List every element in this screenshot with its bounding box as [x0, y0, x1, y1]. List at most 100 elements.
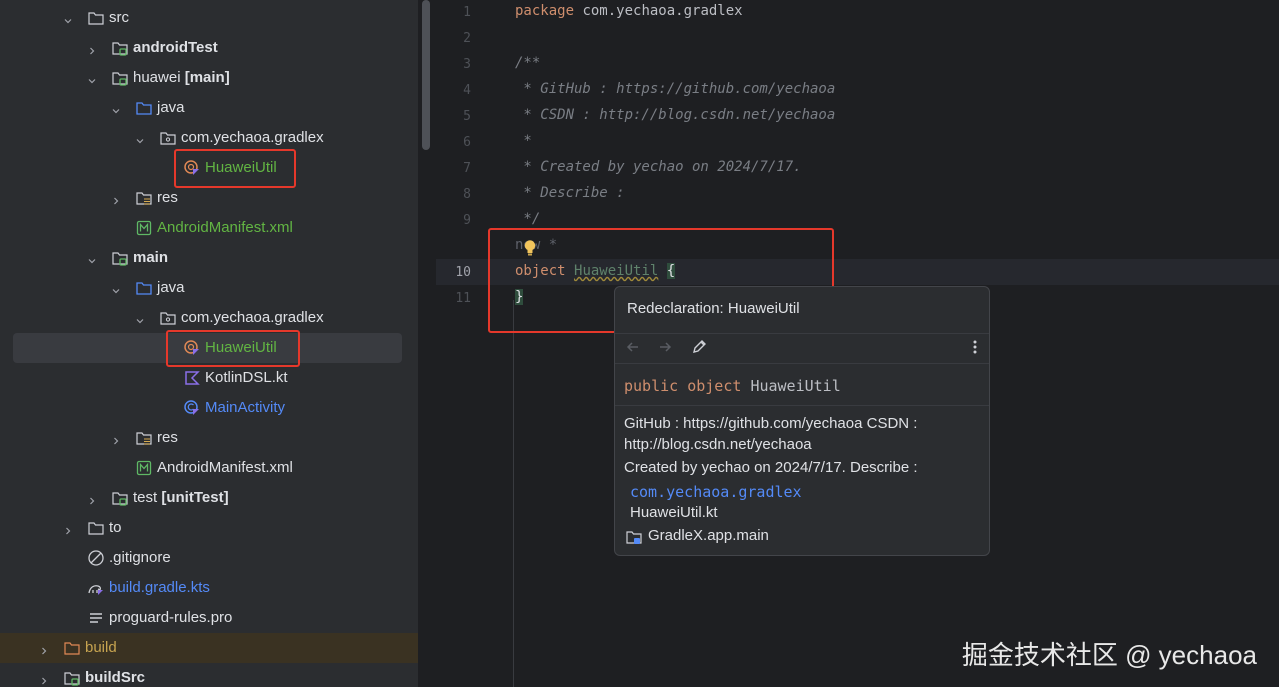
signature-keyword: public object: [624, 377, 751, 395]
code-token: * Describe :: [515, 185, 625, 201]
chevron-down-icon[interactable]: [112, 282, 120, 294]
tree-item-res[interactable]: res: [0, 423, 418, 453]
line-number: 8: [463, 187, 471, 202]
line-number: 9: [463, 213, 471, 228]
module-icon: [111, 69, 129, 87]
tree-item-label: buildSrc: [85, 669, 145, 687]
code-line[interactable]: * Created by yechao on 2024/7/17.: [515, 159, 801, 175]
doc-line: Created by yechao on 2024/7/17. Describe…: [624, 459, 918, 476]
ignore-icon: [87, 549, 105, 567]
tree-item-to[interactable]: to: [0, 513, 418, 543]
module-icon: [111, 39, 129, 57]
chevron-right-icon[interactable]: [88, 42, 96, 55]
chevron-down-icon[interactable]: [136, 132, 144, 144]
more-options-icon[interactable]: [969, 337, 981, 357]
code-line[interactable]: /**: [515, 55, 540, 71]
tree-item-label: AndroidManifest.xml: [157, 219, 293, 237]
tree-item-huawei[interactable]: huawei [main]: [0, 63, 418, 93]
tree-item-label: .gitignore: [109, 549, 171, 567]
tree-item-label: androidTest: [133, 39, 218, 57]
chevron-right-icon[interactable]: [88, 492, 96, 505]
package-icon: [159, 309, 177, 327]
code-line[interactable]: * Describe :: [515, 185, 625, 201]
tree-item-label: huawei [main]: [133, 69, 230, 87]
indent-guide: [513, 300, 514, 687]
tree-item-text: java: [157, 279, 185, 296]
manifest-icon: [135, 459, 153, 477]
back-arrow-icon[interactable]: [623, 337, 643, 357]
code-line[interactable]: *: [515, 133, 531, 149]
tree-item-text: .gitignore: [109, 549, 171, 566]
doc-line: GitHub : https://github.com/yechaoa CSDN…: [624, 415, 918, 432]
tree-item--gitignore[interactable]: .gitignore: [0, 543, 418, 573]
line-number: 10: [455, 265, 471, 280]
chevron-right-icon[interactable]: [112, 432, 120, 445]
forward-arrow-icon[interactable]: [655, 337, 675, 357]
tree-item-proguard-rules-pro[interactable]: proguard-rules.pro: [0, 603, 418, 633]
tree-item-test[interactable]: test [unitTest]: [0, 483, 418, 513]
tree-item-text: src: [109, 9, 129, 26]
tree-scrollbar[interactable]: [420, 0, 432, 150]
tree-item-java[interactable]: java: [0, 93, 418, 123]
tree-item-com-yechaoa-gradlex[interactable]: com.yechaoa.gradlex: [0, 303, 418, 333]
line-number: 2: [463, 31, 471, 46]
code-token: * CSDN : http://blog.csdn.net/yechaoa: [515, 107, 836, 123]
chevron-right-icon[interactable]: [112, 192, 120, 205]
code-token: /**: [515, 55, 541, 71]
tree-item-text: res: [157, 429, 178, 446]
edit-pencil-icon[interactable]: [689, 337, 709, 357]
popup-module-name: GradleX.app.main: [648, 527, 769, 544]
highlight-box-huawei-util: [174, 149, 296, 188]
tree-item-java[interactable]: java: [0, 273, 418, 303]
tree-item-text: proguard-rules.pro: [109, 609, 233, 626]
chevron-down-icon[interactable]: [136, 312, 144, 324]
folder-excluded-icon: [63, 639, 81, 657]
tree-item-text: androidTest: [133, 39, 218, 56]
chevron-right-icon[interactable]: [40, 642, 48, 655]
tree-item-label: res: [157, 189, 178, 207]
line-number: 7: [463, 161, 471, 176]
tree-item-label: build.gradle.kts: [109, 579, 210, 597]
tree-item-buildsrc[interactable]: buildSrc: [0, 663, 418, 687]
code-line[interactable]: * CSDN : http://blog.csdn.net/yechaoa: [515, 107, 835, 123]
tree-item-kotlindsl-kt[interactable]: KotlinDSL.kt: [0, 363, 418, 393]
chevron-right-icon[interactable]: [40, 672, 48, 685]
chevron-down-icon[interactable]: [88, 252, 96, 264]
documentation-popup: Redeclaration: HuaweiUtil public object …: [614, 286, 990, 556]
chevron-right-icon[interactable]: [64, 522, 72, 535]
tree-item-label: build: [85, 639, 117, 657]
module-icon: [63, 669, 81, 687]
line-number: 6: [463, 135, 471, 150]
line-number: 11: [455, 291, 471, 306]
line-number: 3: [463, 57, 471, 72]
tree-item-androidmanifest-xml[interactable]: AndroidManifest.xml: [0, 213, 418, 243]
tree-item-androidmanifest-xml[interactable]: AndroidManifest.xml: [0, 453, 418, 483]
tree-item-mainactivity[interactable]: MainActivity: [0, 393, 418, 423]
popup-title: Redeclaration: HuaweiUtil: [627, 300, 800, 317]
tree-item-build-gradle-kts[interactable]: build.gradle.kts: [0, 573, 418, 603]
tree-item-label: test [unitTest]: [133, 489, 229, 507]
code-line[interactable]: package com.yechaoa.gradlex: [515, 3, 743, 19]
tree-item-label: main: [133, 249, 168, 267]
chevron-down-icon[interactable]: [64, 12, 72, 24]
tree-item-main[interactable]: main: [0, 243, 418, 273]
line-number: 5: [463, 109, 471, 124]
chevron-down-icon[interactable]: [112, 102, 120, 114]
highlight-box-main-util: [166, 330, 300, 367]
code-line[interactable]: * GitHub : https://github.com/yechaoa: [515, 81, 835, 97]
chevron-down-icon[interactable]: [88, 72, 96, 84]
popup-package-link[interactable]: com.yechaoa.gradlex: [630, 483, 802, 501]
res-icon: [135, 429, 153, 447]
tree-item-label: proguard-rules.pro: [109, 609, 232, 627]
popup-separator: [615, 333, 989, 334]
tree-item-text: com.yechaoa.gradlex: [181, 309, 324, 326]
tree-scrollbar-thumb[interactable]: [422, 0, 430, 150]
code-token: package: [515, 3, 583, 19]
tree-item-tag: [unitTest]: [161, 489, 229, 506]
kotlin-file-icon: [183, 369, 201, 387]
code-line[interactable]: */: [515, 211, 540, 227]
tree-item-src[interactable]: src: [0, 3, 418, 33]
src-icon: [135, 99, 153, 117]
tree-item-build[interactable]: build: [0, 633, 418, 663]
tree-item-androidtest[interactable]: androidTest: [0, 33, 418, 63]
